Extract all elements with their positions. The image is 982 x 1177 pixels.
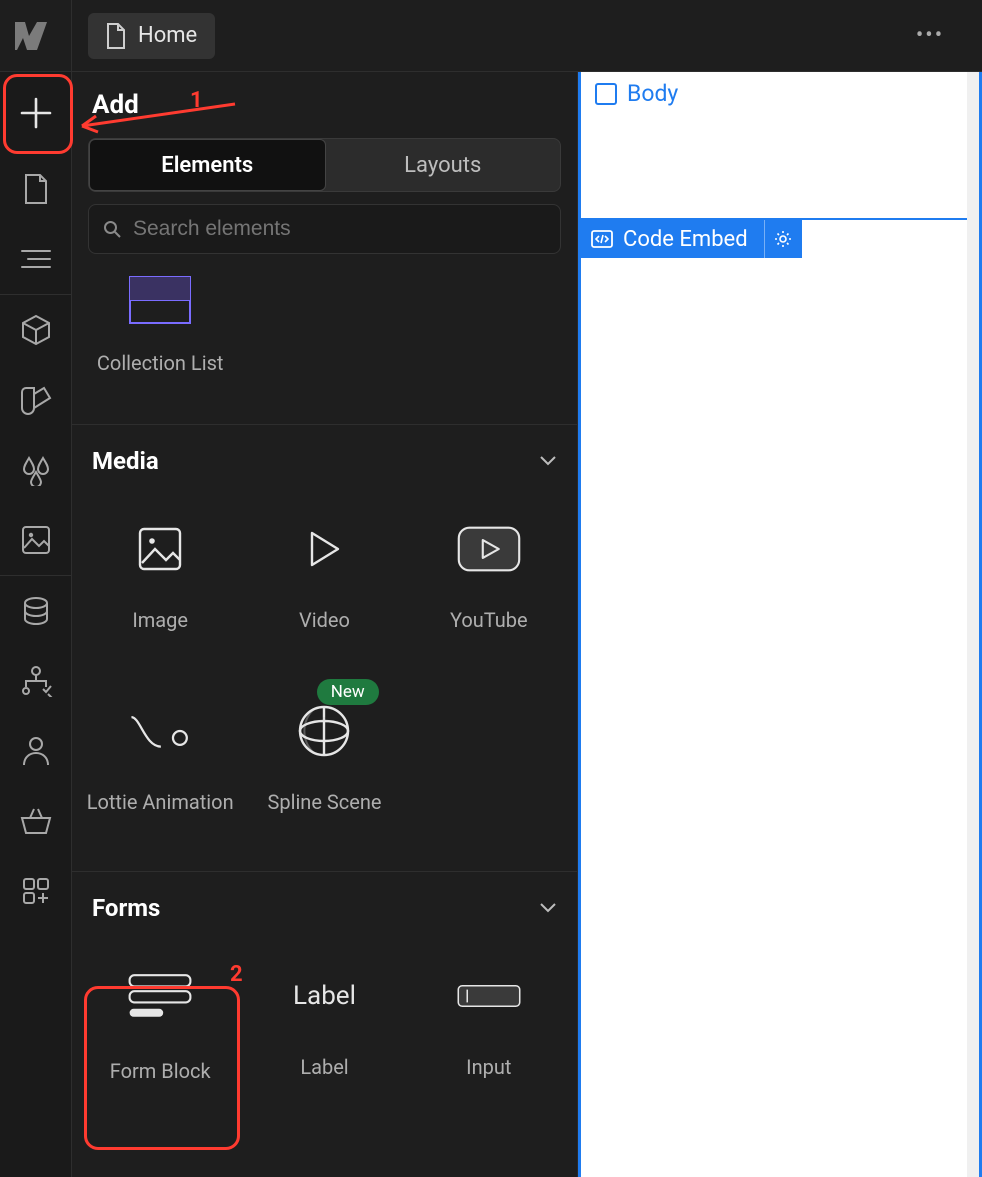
element-collection-list[interactable]: Collection List bbox=[78, 262, 242, 412]
element-image[interactable]: Image bbox=[78, 489, 242, 665]
section-title: Forms bbox=[92, 894, 160, 922]
panel-title: Add bbox=[72, 72, 577, 130]
image-icon bbox=[138, 527, 182, 571]
image-icon bbox=[20, 524, 52, 556]
code-embed-chip[interactable]: Code Embed bbox=[581, 220, 764, 258]
variables-button[interactable] bbox=[0, 365, 72, 435]
element-label: Input bbox=[460, 1054, 517, 1080]
tab-layouts[interactable]: Layouts bbox=[326, 139, 561, 191]
logic-button[interactable] bbox=[0, 646, 72, 716]
selected-element-chip: Code Embed bbox=[581, 220, 802, 258]
input-icon bbox=[457, 976, 521, 1016]
element-form-block[interactable]: Form Block bbox=[78, 936, 242, 1112]
components-button[interactable] bbox=[0, 295, 72, 365]
section-forms-header[interactable]: Forms bbox=[72, 872, 577, 930]
element-label: Form Block bbox=[104, 1058, 217, 1084]
more-menu-button[interactable]: ••• bbox=[910, 16, 950, 56]
section-media-header[interactable]: Media bbox=[72, 425, 577, 483]
body-label: Body bbox=[627, 80, 678, 107]
design-canvas[interactable]: Body Code Embed bbox=[578, 72, 982, 1177]
apps-icon bbox=[21, 876, 51, 906]
new-badge: New bbox=[317, 679, 379, 705]
element-input[interactable]: Input bbox=[407, 936, 571, 1112]
element-label: YouTube bbox=[444, 607, 534, 633]
style-button[interactable] bbox=[0, 435, 72, 505]
element-label-text: Label bbox=[294, 1054, 354, 1080]
left-rail bbox=[0, 72, 72, 1177]
search-input[interactable] bbox=[133, 217, 546, 241]
gear-icon bbox=[774, 230, 792, 248]
element-youtube[interactable]: YouTube bbox=[407, 489, 571, 665]
page-name: Home bbox=[138, 23, 197, 48]
page-icon bbox=[23, 173, 49, 205]
collection-list-icon bbox=[129, 276, 191, 324]
code-embed-icon bbox=[591, 230, 613, 248]
pages-button[interactable] bbox=[0, 154, 72, 224]
chevron-down-icon bbox=[539, 455, 557, 467]
basket-icon bbox=[19, 806, 53, 836]
ecommerce-button[interactable] bbox=[0, 786, 72, 856]
page-chip[interactable]: Home bbox=[88, 13, 215, 59]
page-icon bbox=[106, 23, 126, 49]
cube-icon bbox=[19, 313, 53, 347]
cms-button[interactable] bbox=[0, 576, 72, 646]
webflow-logo[interactable] bbox=[0, 0, 72, 72]
assets-button[interactable] bbox=[0, 505, 72, 575]
navigator-icon bbox=[20, 248, 52, 270]
navigator-button[interactable] bbox=[0, 224, 72, 294]
users-button[interactable] bbox=[0, 716, 72, 786]
element-label: Lottie Animation bbox=[81, 789, 240, 815]
code-embed-label: Code Embed bbox=[623, 227, 748, 252]
youtube-icon bbox=[457, 523, 521, 575]
element-label[interactable]: Label Label bbox=[242, 936, 406, 1112]
element-label: Spline Scene bbox=[261, 789, 387, 815]
canvas-scrollbar[interactable] bbox=[967, 72, 979, 1177]
element-label: Image bbox=[126, 607, 194, 633]
search-elements[interactable] bbox=[88, 204, 561, 254]
body-element-chip[interactable]: Body bbox=[589, 76, 684, 111]
top-bar: Home ••• bbox=[0, 0, 982, 72]
element-label: Collection List bbox=[91, 350, 230, 376]
label-text-icon: Label bbox=[292, 964, 356, 1028]
element-spline[interactable]: New Spline Scene bbox=[242, 671, 406, 847]
add-panel: Add Elements Layouts bbox=[72, 72, 578, 1177]
element-settings-button[interactable] bbox=[764, 220, 802, 258]
elements-layouts-tabs: Elements Layouts bbox=[88, 138, 561, 192]
element-label: Video bbox=[293, 607, 356, 633]
section-title: Media bbox=[92, 447, 159, 475]
lottie-icon bbox=[128, 709, 192, 753]
play-icon bbox=[304, 529, 344, 569]
sphere-icon bbox=[296, 703, 352, 759]
chevron-down-icon bbox=[539, 902, 557, 914]
element-lottie[interactable]: Lottie Animation bbox=[78, 671, 242, 847]
swatch-icon bbox=[20, 384, 52, 416]
add-elements-button[interactable] bbox=[0, 72, 72, 154]
user-icon bbox=[21, 735, 51, 767]
database-icon bbox=[21, 596, 51, 626]
apps-button[interactable] bbox=[0, 856, 72, 926]
element-video[interactable]: Video bbox=[242, 489, 406, 665]
tab-elements[interactable]: Elements bbox=[89, 139, 326, 191]
search-icon bbox=[103, 220, 121, 238]
form-block-icon bbox=[128, 966, 192, 1026]
webflow-icon bbox=[15, 22, 57, 50]
droplets-icon bbox=[20, 454, 52, 486]
body-icon bbox=[595, 83, 617, 105]
plus-icon bbox=[18, 95, 54, 131]
flow-icon bbox=[19, 665, 53, 697]
